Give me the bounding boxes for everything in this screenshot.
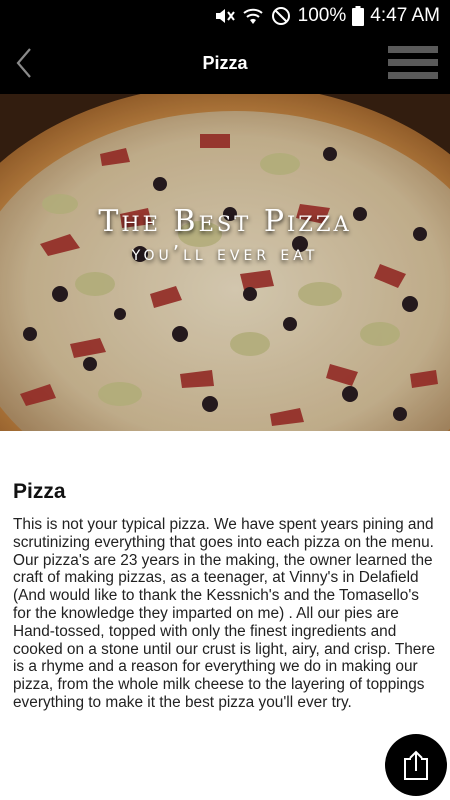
page-title: Pizza xyxy=(202,53,248,73)
menu-button[interactable] xyxy=(388,46,438,80)
hero-image: The Best Pizza you’ll ever eat xyxy=(0,94,450,431)
content-heading: Pizza xyxy=(13,480,66,503)
share-icon xyxy=(404,750,428,780)
status-icons: 100% 4:47 AM xyxy=(214,0,440,32)
app-bar: Pizza xyxy=(0,32,450,94)
hero-subtitle: you’ll ever eat xyxy=(131,241,319,265)
status-time: 4:47 AM xyxy=(370,5,440,26)
wifi-icon xyxy=(243,8,263,24)
status-bar: 100% 4:47 AM xyxy=(0,0,450,32)
content: Pizza This is not your typical pizza. We… xyxy=(13,480,436,712)
hamburger-menu-icon xyxy=(388,46,438,80)
do-not-disturb-icon xyxy=(271,7,290,25)
mute-icon xyxy=(215,9,235,23)
content-body: This is not your typical pizza. We have … xyxy=(13,516,436,711)
battery-icon xyxy=(352,6,365,26)
back-button[interactable] xyxy=(6,42,42,84)
chevron-left-icon xyxy=(16,48,31,78)
share-button[interactable] xyxy=(385,734,447,796)
hero-title: The Best Pizza xyxy=(98,204,352,239)
battery-percent: 100% xyxy=(297,5,347,26)
hero-text: The Best Pizza you’ll ever eat xyxy=(0,204,450,265)
